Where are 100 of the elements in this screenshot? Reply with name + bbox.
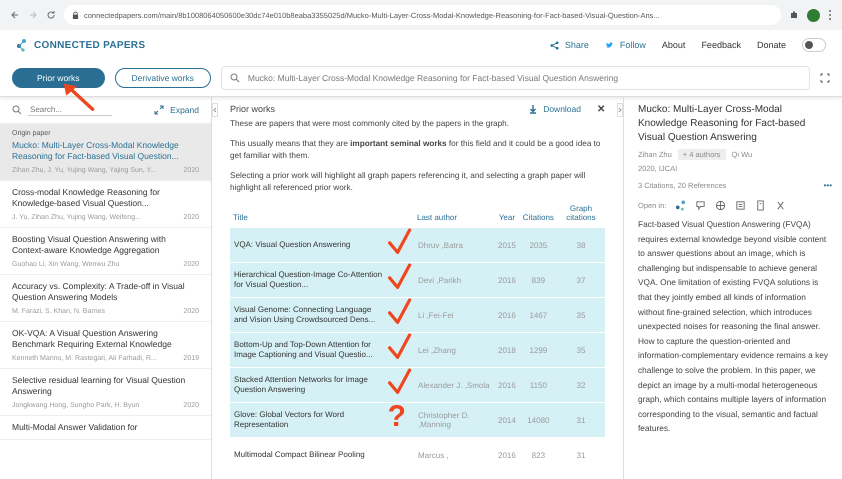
- download-icon[interactable]: [529, 104, 538, 114]
- quote-icon[interactable]: [695, 200, 706, 211]
- table-cell: 2016: [498, 380, 516, 390]
- search-icon: [230, 73, 240, 83]
- abstract-text: Fact-based Visual Question Answering (FVQA) requires external knowledge beyond visible content to answer questions about an image, which is challenging but indispensable to achieve general VQA. One limitation of existing FVQA solutions is that they jointly embed all kinds of information without fine-grained selection, which introduces unexpected noises for reasoning the final answer. How to capture the question-oriented and information-complementary evidence remains a key challenge to solve the problem. In this paper, we depict an image by a multi-modal heterogeneous graph, which contains multiple layers of information corresponding to the visual, semantic and factual features.: [638, 218, 829, 436]
- kebab-menu-icon[interactable]: [828, 9, 832, 21]
- collapse-left-handle[interactable]: [212, 103, 218, 117]
- graph-tab[interactable]: Prior works: [12, 68, 105, 88]
- table-cell: 2016: [498, 276, 516, 284]
- table-cell: Devi ,Parikh: [418, 276, 462, 284]
- collapse-right-handle[interactable]: [617, 103, 623, 117]
- table-cell: 37: [576, 276, 586, 284]
- bird-icon[interactable]: [604, 40, 614, 50]
- logo-icon: [16, 38, 28, 52]
- follow-link[interactable]: Follow: [620, 40, 646, 50]
- table-cell: 839: [532, 276, 546, 284]
- paper-title: Mucko: Multi-Layer Cross-Modal Knowledge Reasoning for Fact-based Visual Question Answering: [638, 103, 806, 145]
- question-mark: ?: [388, 401, 406, 433]
- column-header[interactable]: Citations: [522, 213, 554, 222]
- table-cell: Bottom-Up and Top-Down Attention for Image Captioning and Visual Questio...: [234, 340, 373, 359]
- paper-title: Boosting Visual Question Answering with Context-aware Knowledge Aggregation: [12, 234, 167, 256]
- table-row[interactable]: Glove: Global Vectors for Word Representation ? Christopher D. ,Manning 2014 14080 31: [230, 402, 605, 438]
- reload-icon[interactable]: [46, 10, 56, 20]
- check-mark-drawing: [388, 263, 412, 291]
- table-cell: Christopher D. ,Manning: [418, 411, 470, 429]
- fullscreen-icon[interactable]: [820, 73, 830, 83]
- table-cell: 1150: [530, 380, 547, 390]
- check-mark-drawing: [388, 228, 412, 256]
- table-cell: Multimodal Compact Bilinear Pooling: [234, 450, 365, 459]
- description-paragraph: Selecting a prior work will highlight all graph papers referencing it, and selecting a graph paper will highlight all referenced prior work.: [230, 170, 586, 194]
- table-cell: Lei ,Zhang: [418, 346, 456, 354]
- table-cell: 32: [576, 380, 586, 390]
- paper-title: Selective residual learning for Visual Question Answering: [12, 375, 186, 397]
- column-header[interactable]: Title: [233, 213, 411, 222]
- search-icon: [12, 105, 22, 115]
- table-row[interactable]: Multimodal Compact Bilinear Pooling Marcus , 2016 823 31: [230, 438, 605, 472]
- table-cell: 2016: [498, 450, 516, 460]
- search-field[interactable]: Mucko: Multi-Layer Cross-Modal Knowledge Reasoning for Fact-based Visual Question Answering: [246, 72, 801, 84]
- check-mark-drawing: [388, 368, 412, 396]
- table-row[interactable]: Hierarchical Question-Image Co-Attention for Visual Question... Devi ,Parikh 2016 839 37: [230, 262, 605, 298]
- avatar-icon[interactable]: [807, 8, 820, 22]
- panel-title: Prior works: [230, 104, 276, 114]
- nav-link[interactable]: Feedback: [701, 40, 741, 50]
- table-cell: Visual Genome: Connecting Language and Vision Using Crowdsourced Dens...: [234, 305, 376, 324]
- nav-link[interactable]: Donate: [756, 40, 786, 50]
- table-cell: Li ,Fei-Fei: [418, 310, 454, 320]
- table-cell: 2014: [498, 416, 516, 424]
- description-paragraph: These are papers that were most commonly cited by the papers in the graph.: [230, 118, 510, 130]
- table-cell: 1299: [529, 346, 548, 354]
- paper-title: OK-VQA: A Visual Question Answering Benchmark Requiring External Knowledge: [12, 328, 173, 350]
- column-header[interactable]: Graph citations: [560, 204, 602, 222]
- table-row[interactable]: Stacked Attention Networks for Image Question Answering Alexander J. ,Smola 2016 1150 32: [230, 368, 605, 402]
- search-field[interactable]: Search...: [28, 104, 112, 116]
- table-cell: Hierarchical Question-Image Co-Attention for Visual Question...: [234, 270, 382, 289]
- table-cell: 31: [576, 450, 586, 460]
- table-row[interactable]: Visual Genome: Connecting Language and Vision Using Crowdsourced Dens... Li ,Fei-Fei 2016 1467 35: [230, 298, 605, 332]
- back-icon[interactable]: [10, 10, 20, 20]
- paper-title: Cross-modal Knowledge Reasoning for Knowledge-based Visual Question...: [12, 187, 161, 209]
- graph-tab[interactable]: Derivative works: [114, 68, 211, 88]
- table-cell: Glove: Global Vectors for Word Representation: [234, 410, 344, 429]
- paper-list-item[interactable]: Multi-Modal Answer Validation for: [0, 416, 211, 440]
- column-header[interactable]: Last author: [417, 213, 491, 222]
- graph-icon[interactable]: [675, 200, 686, 211]
- column-header[interactable]: Year: [497, 213, 517, 222]
- document-icon[interactable]: [735, 200, 746, 211]
- table-cell: 2015: [498, 240, 516, 250]
- lock-icon: [72, 10, 79, 20]
- expand-icon[interactable]: [154, 105, 164, 115]
- table-cell: 35: [576, 346, 586, 354]
- globe-icon[interactable]: [715, 200, 726, 211]
- share-link[interactable]: Share: [564, 40, 589, 50]
- download-link[interactable]: Download: [543, 104, 581, 114]
- table-cell: 2018: [498, 346, 516, 354]
- table-cell: VQA: Visual Question Answering: [234, 240, 350, 249]
- paper-title: Mucko: Multi-Layer Cross-Modal Knowledge Reasoning for Fact-based Visual Question...: [12, 140, 180, 162]
- table-cell: 35: [576, 310, 586, 320]
- table-row[interactable]: VQA: Visual Question Answering Dhruv ,Batra 2015 2035 38: [230, 228, 605, 262]
- cross-icon[interactable]: [775, 200, 786, 211]
- table-cell: Stacked Attention Networks for Image Question Answering: [234, 375, 368, 394]
- paper-title: Multi-Modal Answer Validation for: [12, 422, 139, 433]
- table-cell: Marcus ,: [418, 450, 449, 460]
- nav-link[interactable]: About: [662, 40, 686, 50]
- table-cell: 2016: [498, 310, 516, 320]
- table-cell: 1467: [529, 310, 548, 320]
- table-cell: 31: [576, 416, 586, 424]
- paper-title: Accuracy vs. Complexity: A Trade-off in Visual Question Answering Models: [12, 281, 186, 303]
- dark-mode-toggle[interactable]: [802, 38, 826, 52]
- table-cell: 2035: [529, 240, 548, 250]
- logo-text[interactable]: CONNECTED PAPERS: [34, 40, 146, 50]
- table-cell: 823: [532, 450, 546, 460]
- check-mark-drawing: [388, 333, 412, 361]
- expand-link[interactable]: Expand: [170, 105, 199, 115]
- share-icon[interactable]: [550, 40, 559, 50]
- table-row[interactable]: Bottom-Up and Top-Down Attention for Image Captioning and Visual Questio... Lei ,Zhang 2018 1299 35: [230, 332, 605, 368]
- search-field[interactable]: Mucko: Multi-Layer Cross-Modal Knowledge Reasoning for Fact-based Visual Question Answering: [220, 66, 810, 90]
- table-cell: Alexander J. ,Smola: [418, 380, 490, 390]
- more-button[interactable]: •••: [824, 181, 832, 190]
- table-cell: Dhruv ,Batra: [418, 240, 463, 250]
- description-paragraph: This usually means that they are important seminal works for this field and it could be a good idea to get familiar with them.: [230, 138, 602, 162]
- close-button[interactable]: ✕: [597, 103, 605, 115]
